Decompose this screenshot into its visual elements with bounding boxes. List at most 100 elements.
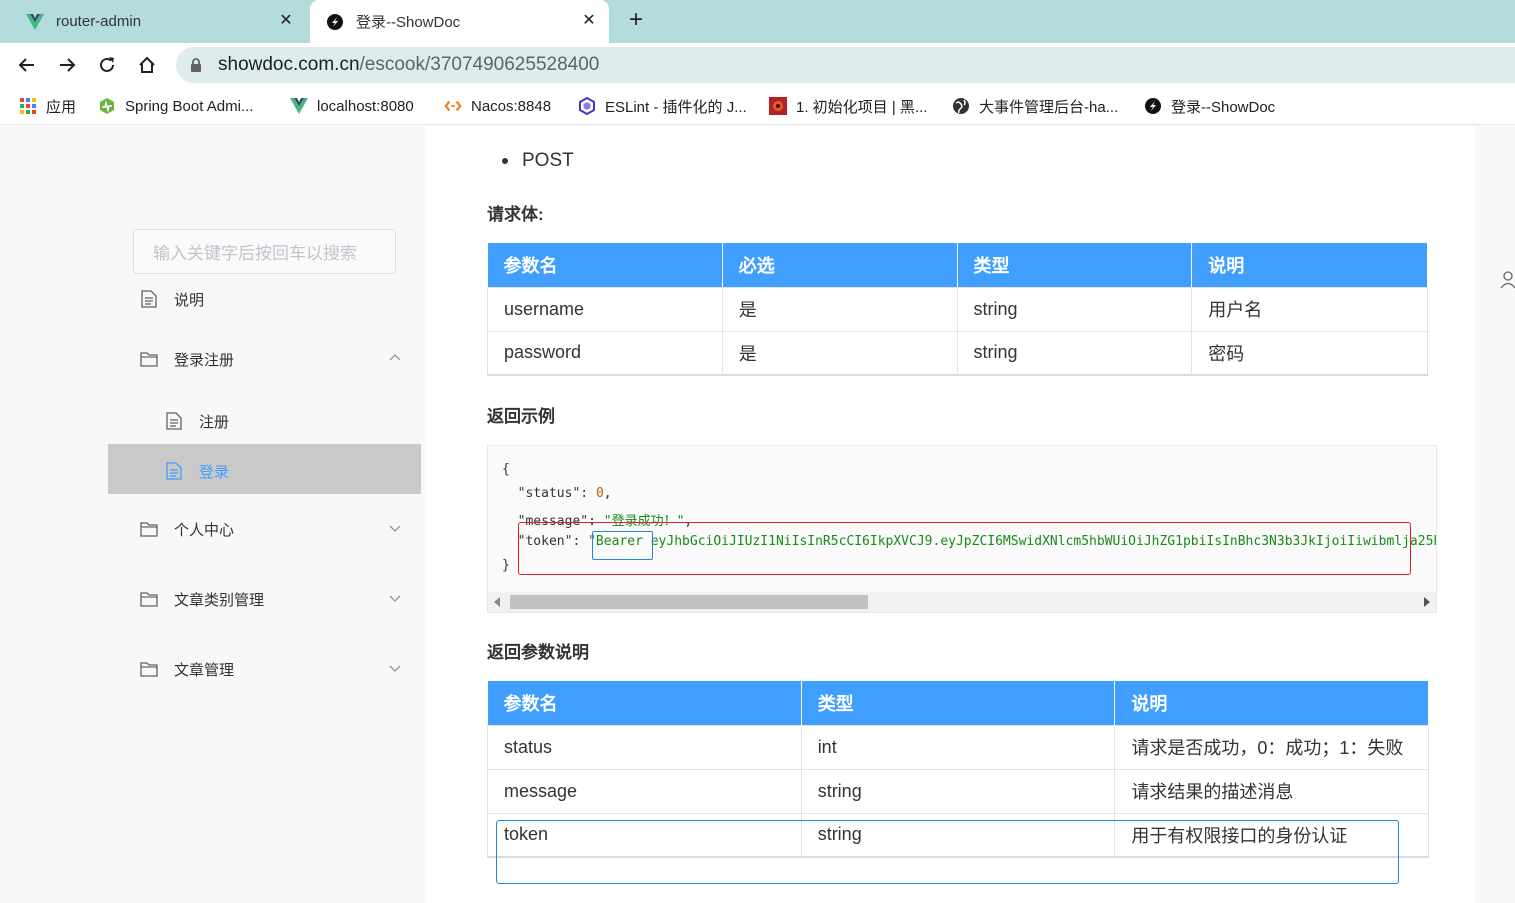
code-number: 0 xyxy=(595,486,604,501)
sidebar-item-label: 登录注册 xyxy=(174,351,235,369)
sidebar-item-login[interactable]: 登录 xyxy=(165,456,229,486)
chevron-down-icon xyxy=(388,521,402,535)
bookmark-label: 大事件管理后台-ha... xyxy=(979,98,1119,116)
code-brace: { xyxy=(502,462,510,477)
bookmark-showdoc[interactable]: 登录--ShowDoc xyxy=(1144,95,1275,117)
folder-icon xyxy=(140,350,158,368)
url-path: /escook/3707490625528400 xyxy=(359,54,600,75)
chevron-down-icon xyxy=(388,591,402,605)
tab-title: router-admin xyxy=(56,13,142,30)
code-line: "status": 0, xyxy=(517,486,612,501)
code-line: } xyxy=(502,558,510,573)
doc-content: POST 请求体: 参数名 必选 类型 说明 username 是 string… xyxy=(425,126,1475,903)
scroll-left-arrow-icon[interactable] xyxy=(494,597,500,607)
table-cell: 请求是否成功，0：成功；1：失败 xyxy=(1114,724,1429,770)
url-host: showdoc.com.cn xyxy=(218,54,360,75)
scroll-right-arrow-icon[interactable] xyxy=(1424,597,1430,607)
folder-icon xyxy=(140,660,158,678)
sidebar-item-label: 登录 xyxy=(199,463,230,481)
eslint-icon xyxy=(578,97,596,115)
bookmark-spring-boot-admin[interactable]: Spring Boot Admi... xyxy=(98,95,253,117)
table-header-cell: 参数名 xyxy=(487,243,723,287)
sidebar: 输入关键字后按回车以搜索 说明 登录注册 注册 登录 个人中心 文章类别管理 文… xyxy=(0,126,425,903)
bullet-dot xyxy=(502,158,508,164)
horizontal-scrollbar[interactable] xyxy=(488,592,1436,612)
reload-icon[interactable] xyxy=(95,53,119,77)
forward-arrow-icon[interactable] xyxy=(55,53,79,77)
table-cell: username xyxy=(487,286,723,332)
bookmark-label: Spring Boot Admi... xyxy=(125,97,254,115)
tab-close-icon[interactable]: ✕ xyxy=(579,11,599,31)
tab-router-admin[interactable]: router-admin ✕ xyxy=(0,0,306,43)
tab-showdoc-login[interactable]: 登录--ShowDoc ✕ xyxy=(310,0,609,43)
browser-toolbar: showdoc.com.cn/escook/3707490625528400 xyxy=(0,43,1515,87)
table-cell: 是 xyxy=(721,330,958,376)
scrollbar-thumb[interactable] xyxy=(510,595,868,609)
sidebar-item-label: 文章管理 xyxy=(174,661,235,679)
tab-close-icon[interactable]: ✕ xyxy=(276,11,296,31)
sidebar-item-intro[interactable]: 说明 xyxy=(140,284,204,314)
bookmark-label: 登录--ShowDoc xyxy=(1171,98,1276,116)
sidebar-item-label: 说明 xyxy=(174,291,205,309)
sidebar-item-label: 文章类别管理 xyxy=(174,591,265,609)
table-row: message string 请求结果的描述消息 xyxy=(487,768,1429,814)
bookmark-nacos[interactable]: Nacos:8848 xyxy=(444,95,551,117)
showdoc-icon xyxy=(1144,97,1162,115)
table-cell: 请求结果的描述消息 xyxy=(1114,768,1429,814)
folder-icon xyxy=(140,590,158,608)
table-header-cell: 类型 xyxy=(957,243,1193,287)
table-row: status int 请求是否成功，0：成功；1：失败 xyxy=(487,724,1429,770)
annotation-blue-box xyxy=(592,531,653,560)
sidebar-active-highlight xyxy=(108,444,421,494)
document-icon xyxy=(140,290,158,308)
chevron-up-icon xyxy=(388,351,402,365)
annotation-blue-box xyxy=(496,820,1399,884)
bookmark-label: 应用 xyxy=(46,98,77,116)
bookmark-apps[interactable]: 应用 xyxy=(19,95,76,117)
code-brace: } xyxy=(502,558,510,573)
table-cell: string xyxy=(800,768,1116,814)
code-key: "status" xyxy=(517,486,581,501)
table-cell: password xyxy=(487,330,723,376)
nacos-icon xyxy=(444,97,462,115)
method-text: POST xyxy=(522,150,574,171)
address-bar[interactable]: showdoc.com.cn/escook/3707490625528400 xyxy=(176,47,1515,83)
request-body-title: 请求体: xyxy=(487,205,544,224)
back-arrow-icon[interactable] xyxy=(15,53,39,77)
sidebar-item-register[interactable]: 注册 xyxy=(165,406,229,436)
bookmark-localhost[interactable]: localhost:8080 xyxy=(290,95,414,117)
request-params-table: 参数名 必选 类型 说明 username 是 string 用户名 passw… xyxy=(487,243,1428,376)
table-cell: 用户名 xyxy=(1191,286,1428,332)
home-icon[interactable] xyxy=(135,53,159,77)
table-header-cell: 说明 xyxy=(1191,243,1428,287)
response-example-title: 返回示例 xyxy=(487,407,555,426)
table-cell: message xyxy=(487,768,802,814)
table-cell: int xyxy=(800,724,1116,770)
bookmark-eslint[interactable]: ESLint - 插件化的 J... xyxy=(578,95,747,117)
bookmark-bigevent[interactable]: 大事件管理后台-ha... xyxy=(952,95,1118,117)
bookmark-heima[interactable]: 1. 初始化项目 | 黑... xyxy=(769,95,927,117)
sidebar-folder-article-management[interactable]: 文章管理 xyxy=(140,654,401,684)
search-input[interactable]: 输入关键字后按回车以搜索 xyxy=(133,229,396,274)
sidebar-folder-personal-center[interactable]: 个人中心 xyxy=(140,514,402,544)
showdoc-icon xyxy=(326,13,344,31)
sidebar-folder-article-category[interactable]: 文章类别管理 xyxy=(140,584,402,614)
bookmark-label: localhost:8080 xyxy=(317,97,414,115)
table-row: password 是 string 密码 xyxy=(487,330,1428,376)
sidebar-item-label: 注册 xyxy=(199,413,230,431)
table-cell: 密码 xyxy=(1191,330,1428,376)
bookmark-label: Nacos:8848 xyxy=(471,97,552,115)
document-icon xyxy=(165,462,183,480)
user-icon[interactable] xyxy=(1500,271,1515,289)
new-tab-plus-icon[interactable]: + xyxy=(624,8,648,33)
vue-logo-icon xyxy=(290,97,308,115)
table-header-cell: 必选 xyxy=(722,243,958,287)
lock-icon xyxy=(190,57,204,73)
table-cell: 是 xyxy=(721,286,958,332)
apps-grid-icon xyxy=(19,97,37,115)
bookmarks-bar: 应用 Spring Boot Admi... localhost:8080 Na… xyxy=(0,87,1515,125)
table-header-row: 参数名 类型 说明 xyxy=(487,681,1429,725)
table-header-cell: 说明 xyxy=(1114,681,1429,725)
sidebar-folder-login-register[interactable]: 登录注册 xyxy=(140,344,402,374)
tab-title: 登录--ShowDoc xyxy=(356,14,461,31)
